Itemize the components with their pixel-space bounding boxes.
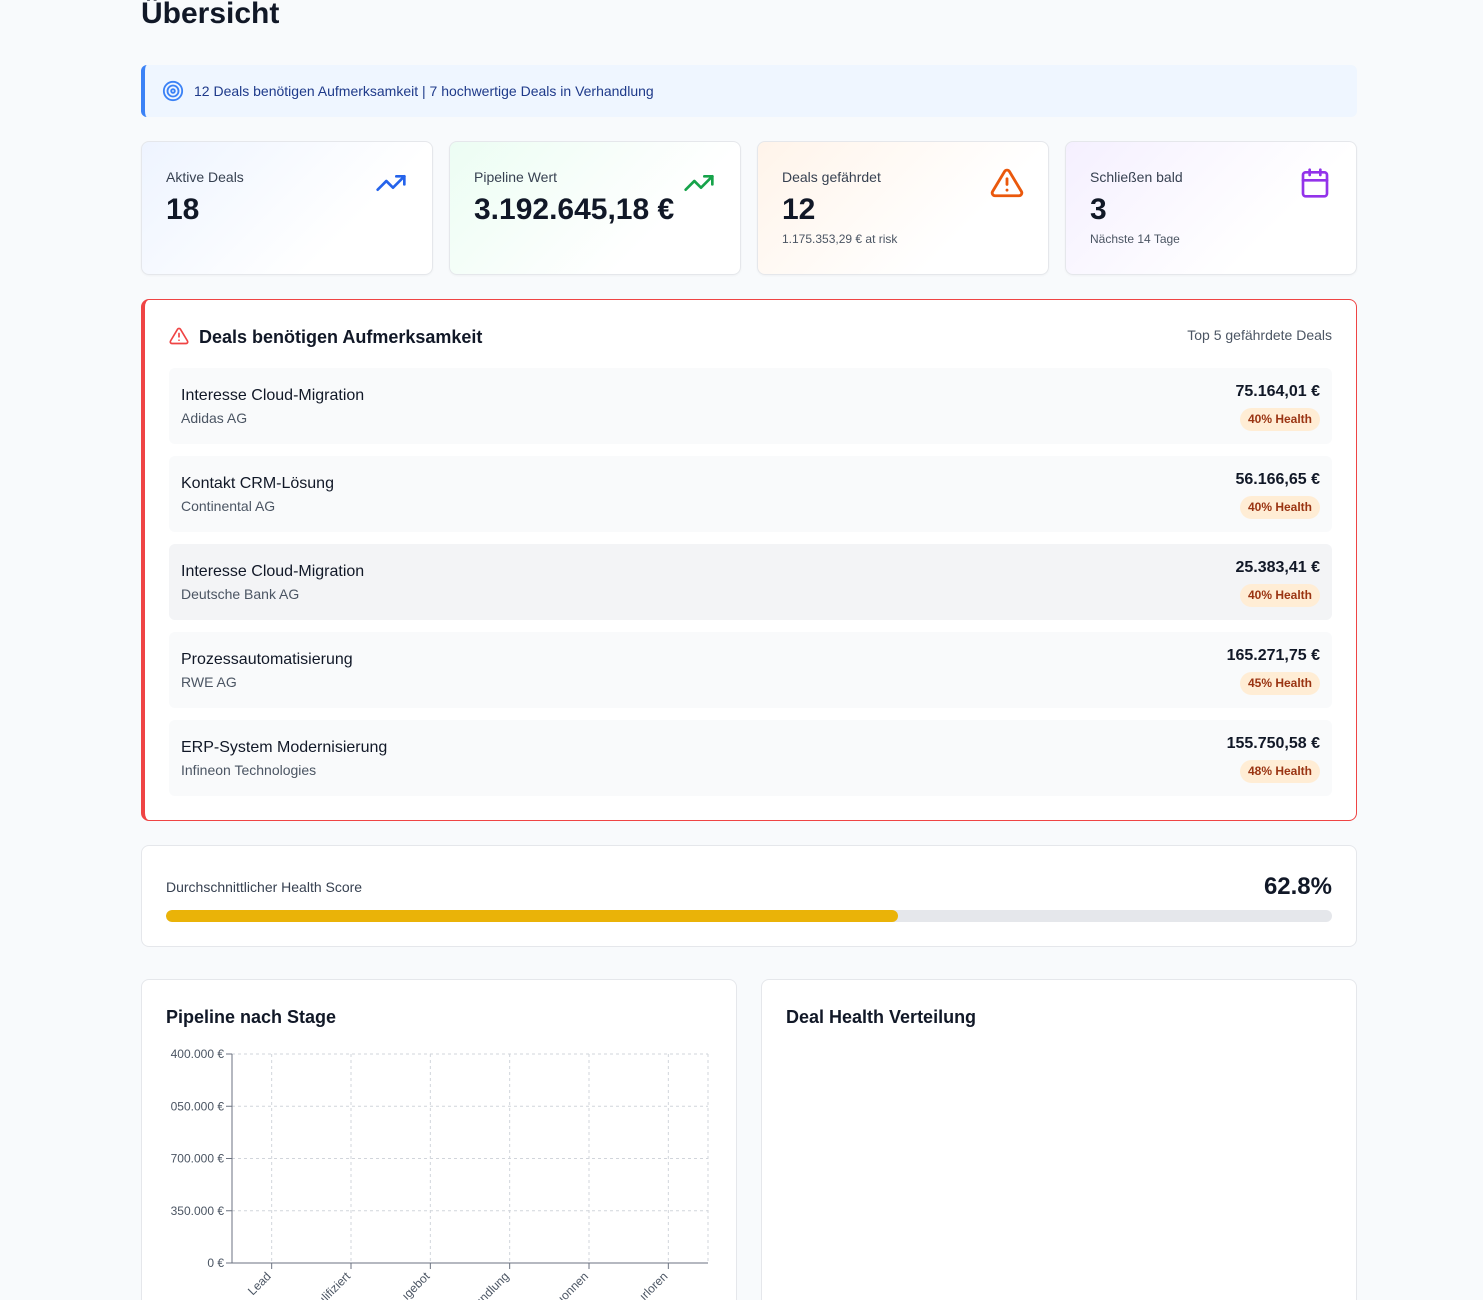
target-icon	[162, 80, 184, 102]
insight-banner: 12 Deals benötigen Aufmerksamkeit | 7 ho…	[141, 65, 1357, 117]
deal-amount: 56.166,65 €	[1235, 471, 1320, 488]
y-tick-label: 050.000 €	[171, 1099, 225, 1113]
kpi-subtext: Nächste 14 Tage	[1090, 232, 1180, 246]
health-badge: 45% Health	[1239, 672, 1320, 695]
y-tick-label: 400.000 €	[171, 1047, 225, 1061]
kpi-label: Pipeline Wert	[474, 169, 558, 185]
deal-name: Kontakt CRM-Lösung	[181, 475, 334, 492]
trending-up-icon	[682, 166, 716, 200]
health-badge: 40% Health	[1239, 496, 1320, 519]
x-tick-label: ıgebot	[399, 1269, 433, 1300]
y-tick-label: 350.000 €	[171, 1204, 225, 1218]
alert-triangle-icon	[990, 166, 1024, 200]
y-tick-label: 0 €	[207, 1256, 224, 1270]
deal-row[interactable]: Prozessautomatisierung RWE AG 165.271,75…	[169, 632, 1332, 708]
trending-up-icon	[374, 166, 408, 200]
x-tick-label: ındlung	[474, 1269, 512, 1300]
kpi-label: Deals gefährdet	[782, 169, 881, 185]
health-score-card: Durchschnittlicher Health Score 62.8%	[141, 845, 1357, 947]
pipeline-chart-panel: Pipeline nach Stage 0 €350.000 €700.000 …	[141, 979, 737, 1300]
health-badge: 40% Health	[1239, 408, 1320, 431]
deal-name: ERP-System Modernisierung	[181, 739, 388, 756]
kpi-card-closing-soon: Schließen bald 3 Nächste 14 Tage	[1065, 141, 1357, 275]
deal-name: Interesse Cloud-Migration	[181, 387, 365, 404]
attention-panel: Deals benötigen Aufmerksamkeit Top 5 gef…	[141, 299, 1357, 821]
deal-amount: 75.164,01 €	[1235, 383, 1320, 400]
health-badge: 48% Health	[1239, 760, 1320, 783]
deal-amount: 165.271,75 €	[1226, 647, 1320, 664]
deal-company: Infineon Technologies	[181, 762, 317, 778]
y-tick-label: 700.000 €	[171, 1152, 225, 1166]
health-distribution-panel: Deal Health Verteilung	[761, 979, 1357, 1300]
kpi-value: 3.192.645,18 €	[474, 193, 675, 226]
deal-amount: 155.750,58 €	[1226, 735, 1320, 752]
deal-company: Adidas AG	[181, 410, 248, 426]
deal-name: Interesse Cloud-Migration	[181, 563, 365, 580]
kpi-label: Aktive Deals	[166, 169, 244, 185]
attention-title: Deals benötigen Aufmerksamkeit	[199, 326, 483, 347]
attention-note: Top 5 gefährdete Deals	[1187, 327, 1332, 343]
kpi-card-pipeline-value: Pipeline Wert 3.192.645,18 €	[449, 141, 741, 275]
deal-row[interactable]: ERP-System Modernisierung Infineon Techn…	[169, 720, 1332, 796]
deal-company: Continental AG	[181, 498, 276, 514]
kpi-value: 18	[166, 193, 200, 226]
pipeline-chart: 0 € 350.000 € 700.000 € 050.000 € 400.000 € L…	[171, 1047, 709, 1300]
deal-row[interactable]: Interesse Cloud-Migration Adidas AG 75.1…	[169, 368, 1332, 444]
deal-company: Deutsche Bank AG	[181, 586, 300, 602]
x-tick-label: ılifiziert	[317, 1269, 354, 1300]
calendar-icon	[1298, 166, 1332, 200]
deal-amount: 25.383,41 €	[1235, 559, 1320, 576]
kpi-label: Schließen bald	[1090, 169, 1183, 185]
page-title: Übersicht	[141, 0, 280, 30]
attention-header: Deals benötigen Aufmerksamkeit	[169, 326, 482, 348]
health-score-fill	[166, 910, 899, 922]
kpi-value: 3	[1090, 193, 1107, 226]
kpi-subtext: 1.175.353,29 € at risk	[782, 232, 898, 246]
deal-row[interactable]: Kontakt CRM-Lösung Continental AG 56.166…	[169, 456, 1332, 532]
x-tick-label: Lead	[245, 1269, 274, 1298]
kpi-card-active-deals: Aktive Deals 18	[141, 141, 433, 275]
health-score-value: 62.8%	[1263, 873, 1332, 900]
kpi-card-deals-at-risk: Deals gefährdet 12 1.175.353,29 € at ris…	[757, 141, 1049, 275]
health-badge: 40% Health	[1239, 584, 1320, 607]
deal-company: RWE AG	[181, 674, 237, 690]
x-tick-label: ıonnen	[555, 1269, 591, 1300]
health-score-label: Durchschnittlicher Health Score	[166, 879, 363, 895]
x-tick-label: ırloren	[637, 1269, 671, 1300]
alert-triangle-icon	[169, 326, 191, 348]
kpi-value: 12	[782, 193, 816, 226]
deal-name: Prozessautomatisierung	[181, 651, 353, 668]
health-score-track	[166, 910, 1332, 922]
health-distribution-title: Deal Health Verteilung	[786, 1007, 977, 1027]
deal-row[interactable]: Interesse Cloud-Migration Deutsche Bank …	[169, 544, 1332, 620]
insight-text: 12 Deals benötigen Aufmerksamkeit | 7 ho…	[194, 83, 654, 99]
